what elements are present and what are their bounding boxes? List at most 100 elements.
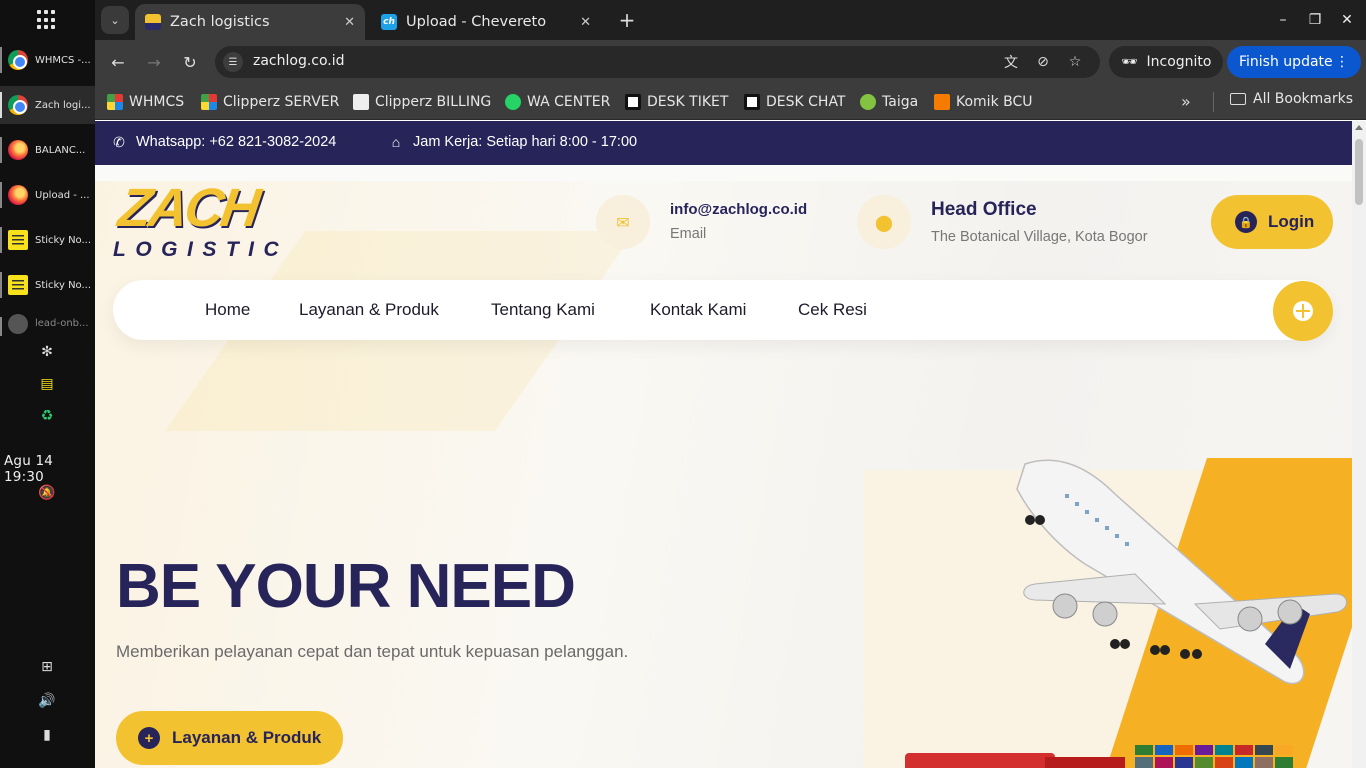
close-icon[interactable]: ✕ [344, 15, 355, 30]
cargo-containers-image [905, 745, 1293, 768]
bookmark-star-icon[interactable]: ☆ [1065, 52, 1085, 72]
tracking-protection-icon[interactable]: ⊘ [1033, 52, 1053, 72]
new-tab-icon[interactable]: + [615, 8, 639, 32]
taskbar-item[interactable]: Sticky No... [0, 266, 95, 304]
battery-icon[interactable]: ▮ [38, 726, 56, 744]
incognito-label: Incognito [1146, 54, 1212, 70]
bookmark-desk-tiket[interactable]: DESK TIKET [625, 91, 728, 113]
whatsapp-contact[interactable]: ✆ Whatsapp: +62 821-3082-2024 [111, 134, 337, 151]
nav-cek-resi[interactable]: Cek Resi [798, 300, 867, 320]
blogger-icon [934, 94, 950, 110]
login-button[interactable]: 🔒 Login [1211, 195, 1333, 249]
site-info-icon[interactable]: ☰ [223, 52, 243, 72]
slack-icon[interactable]: ✻ [38, 343, 56, 361]
hours-text: Jam Kerja: Setiap hari 8:00 - 17:00 [413, 134, 638, 150]
zach-favicon-icon [145, 14, 161, 30]
taskbar-item[interactable]: Upload - ... [0, 176, 95, 214]
whatsapp-icon [505, 94, 521, 110]
reload-icon[interactable]: ↻ [178, 50, 202, 74]
tab-upload-chevereto[interactable]: ch Upload - Chevereto ✕ [371, 4, 601, 40]
bookmark-label: Komik BCU [956, 94, 1033, 110]
chevron-double-right-icon[interactable]: » [1181, 92, 1191, 111]
scroll-up-icon[interactable] [1355, 125, 1363, 130]
scrollbar-thumb[interactable] [1355, 139, 1363, 205]
bookmark-clipperz-server[interactable]: Clipperz SERVER [201, 91, 339, 113]
url-text[interactable]: zachlog.co.id [253, 53, 345, 69]
login-label: Login [1268, 212, 1315, 231]
taskbar-item[interactable]: WHMCS -... [0, 41, 95, 79]
logo-subtitle: LOGISTIC [113, 238, 289, 261]
bookmark-taiga[interactable]: Taiga [860, 91, 918, 113]
all-bookmarks-label: All Bookmarks [1253, 91, 1354, 107]
main-navigation: Home Layanan & Produk Tentang Kami Konta… [113, 280, 1333, 341]
nav-tentang-kami[interactable]: Tentang Kami [491, 300, 595, 320]
taskbar-item[interactable]: Sticky No... [0, 221, 95, 259]
page-viewport: ✆ Whatsapp: +62 821-3082-2024 ⌂ Jam Kerj… [95, 121, 1352, 768]
taskbar-item-label: Sticky No... [35, 234, 92, 246]
bookmark-label: WHMCS [129, 94, 185, 110]
home-icon: ⌂ [391, 134, 401, 150]
nav-kontak-kami[interactable]: Kontak Kami [650, 300, 746, 320]
network-icon[interactable]: ⊞ [38, 658, 56, 676]
maximize-icon[interactable]: ❐ [1303, 8, 1327, 32]
tab-zach-logistics[interactable]: Zach logistics ✕ [135, 4, 365, 40]
bookmark-clipperz-billing[interactable]: Clipperz BILLING [353, 91, 491, 113]
office-title: Head Office [931, 199, 1037, 220]
recycle-icon[interactable]: ♻ [38, 407, 56, 425]
bookmark-favicon-icon [201, 94, 217, 110]
translate-icon[interactable]: 文 [1001, 52, 1021, 72]
whatsapp-text: Whatsapp: +62 821-3082-2024 [136, 134, 337, 150]
close-icon[interactable]: ✕ [580, 15, 591, 30]
taskbar-item-label: Zach logi... [35, 99, 91, 111]
tab-search-icon[interactable]: ⌄ [101, 6, 129, 34]
email-address[interactable]: info@zachlog.co.id [670, 201, 807, 218]
hero-title: BE YOUR NEED [116, 552, 576, 621]
bookmark-label: DESK CHAT [766, 94, 846, 110]
email-contact[interactable]: ✉ info@zachlog.co.id Email [596, 195, 807, 249]
forward-icon[interactable]: → [142, 50, 166, 74]
site-logo[interactable]: ZACH LOGISTIC [113, 178, 313, 263]
sticky-notes-icon [8, 275, 28, 295]
browser-toolbar: ← → ↻ ☰ zachlog.co.id 文 ⊘ ☆ 🕶 Incognito … [95, 40, 1366, 84]
clock[interactable]: Agu 14 19:30 [4, 453, 95, 485]
all-bookmarks-button[interactable]: All Bookmarks [1230, 91, 1353, 107]
minimize-icon[interactable]: – [1271, 8, 1295, 32]
bookmark-komik-bcu[interactable]: Komik BCU [934, 91, 1033, 113]
bookmark-label: Taiga [882, 94, 919, 110]
services-cta-button[interactable]: + Layanan & Produk [116, 711, 343, 765]
tab-strip: ⌄ Zach logistics ✕ ch Upload - Chevereto… [95, 0, 1366, 40]
taskbar-item[interactable]: Zach logi... [0, 86, 95, 124]
more-menu-icon[interactable]: ⋮ [1335, 54, 1349, 70]
menu-toggle-button[interactable] [1273, 281, 1333, 341]
app-grid-icon[interactable] [37, 10, 57, 30]
chevereto-favicon-icon: ch [381, 14, 397, 30]
taskbar-item[interactable]: lead-onb... [0, 311, 95, 336]
bookmark-wa-center[interactable]: WA CENTER [505, 91, 610, 113]
finish-update-label: Finish update [1239, 54, 1333, 70]
nav-layanan-produk[interactable]: Layanan & Produk [299, 300, 439, 320]
incognito-icon: 🕶 [1121, 54, 1138, 70]
bookmarks-bar: WHMCS Clipperz SERVER Clipperz BILLING W… [95, 84, 1366, 120]
bookmark-desk-chat[interactable]: DESK CHAT [744, 91, 846, 113]
sticky-notes-icon [8, 230, 28, 250]
finish-update-button[interactable]: Finish update ⋮ [1227, 46, 1361, 78]
taiga-icon [860, 94, 876, 110]
taskbar-item[interactable]: BALANC... [0, 131, 95, 169]
bookmark-favicon-icon [625, 94, 641, 110]
nav-home[interactable]: Home [205, 300, 250, 320]
bookmark-whmcs[interactable]: WHMCS [107, 91, 184, 113]
volume-icon[interactable]: 🔊 [38, 692, 56, 710]
close-window-icon[interactable]: ✕ [1335, 8, 1359, 32]
tab-title: Upload - Chevereto [406, 14, 547, 30]
address-bar[interactable]: ☰ zachlog.co.id 文 ⊘ ☆ [215, 46, 1100, 78]
incognito-indicator[interactable]: 🕶 Incognito [1109, 46, 1223, 78]
plus-icon [1293, 301, 1313, 321]
page-scrollbar[interactable] [1352, 121, 1366, 768]
taskbar-item-label: WHMCS -... [35, 54, 91, 66]
envelope-icon: ✉ [596, 195, 650, 249]
notifications-muted-icon[interactable]: 🔕 [38, 484, 56, 502]
back-icon[interactable]: ← [106, 50, 130, 74]
sticky-notes-tray-icon[interactable]: ▤ [38, 375, 56, 393]
taskbar-item-label: Upload - ... [35, 189, 90, 201]
map-pin-icon: ⬤ [857, 195, 911, 249]
